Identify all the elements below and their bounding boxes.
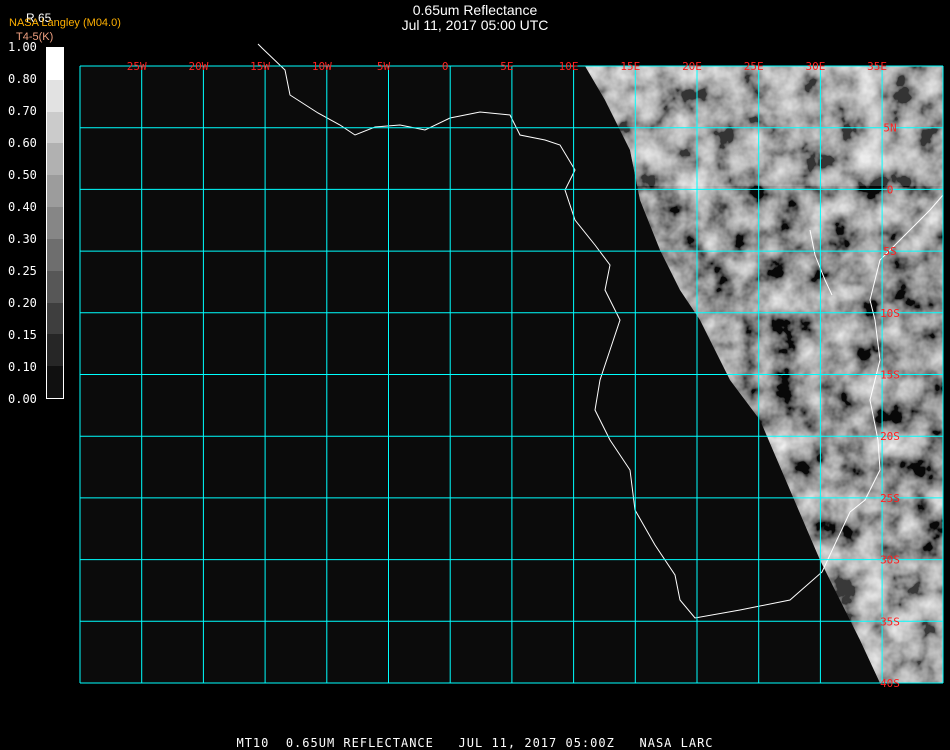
grid-label: 10W [312, 60, 332, 73]
satellite-map: 25W 20W 15W 10W 5W 0 5E 10E 15E 20E 25E 30E 35E 5N 0 5S… [79, 43, 944, 690]
grid-label: 30S [880, 554, 900, 567]
grid-label: 25E [744, 60, 764, 73]
grid-label: 20E [682, 60, 702, 73]
grid-label: 20S [880, 430, 900, 443]
grid-label: 35S [880, 615, 900, 628]
grid-label: 10E [559, 60, 579, 73]
grid-label: 25W [127, 60, 147, 73]
grid-label: 0 [442, 60, 449, 73]
grid-label: 15E [620, 60, 640, 73]
grid-label: 5E [500, 60, 513, 73]
grid-label: 5N [883, 122, 896, 135]
grid-label: 10S [880, 307, 900, 320]
grid-label: 5W [377, 60, 391, 73]
grid-label: 15W [250, 60, 270, 73]
footer-caption: MT10 0.65UM REFLECTANCE JUL 11, 2017 05:… [236, 736, 714, 750]
grid-label: 20W [188, 60, 208, 73]
grid-label: 25S [880, 492, 900, 505]
grid-label: 35E [867, 60, 887, 73]
grid-label: 15S [880, 369, 900, 382]
grid-label: 30E [805, 60, 825, 73]
grid-label: 40S [880, 677, 900, 690]
grid-label: 5S [883, 245, 896, 258]
grid-label: 0 [887, 183, 894, 196]
